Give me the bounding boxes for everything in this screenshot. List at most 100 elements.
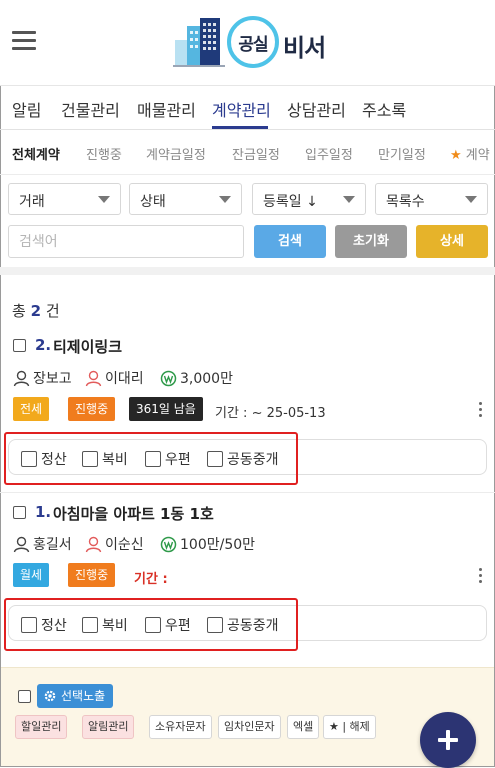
agent-info: 홍길서: [13, 534, 72, 554]
subtab-balance-schedule[interactable]: 잔금일정: [232, 144, 280, 163]
page-size-select[interactable]: 목록수: [375, 183, 488, 215]
sub-tab-bar: 전체계약 진행중 계약금일정 잔금일정 입주일정 만기일정 ★ 계약: [0, 130, 495, 175]
subtab-starred-contracts[interactable]: ★ 계약: [450, 144, 490, 163]
chevron-down-icon: [343, 196, 355, 203]
tab-buildings[interactable]: 건물관리: [61, 97, 120, 121]
checkbox-label: 공동중개: [227, 452, 279, 468]
checkbox-box: [21, 617, 37, 633]
settlement-checkbox[interactable]: 정산: [21, 449, 67, 469]
add-contract-button[interactable]: [420, 712, 476, 768]
checkbox-box: [207, 617, 223, 633]
checkbox-label: 공동중개: [227, 618, 279, 634]
unstar-button[interactable]: ★ | 해제: [323, 715, 376, 739]
subtab-all-contracts[interactable]: 전체계약: [12, 144, 60, 163]
main-tab-bar: 알림 건물관리 매물관리 계약관리 상담관리 주소록: [0, 86, 495, 130]
deal-type-select[interactable]: 거래: [8, 183, 121, 215]
select-expose-button[interactable]: 선택노출: [37, 684, 114, 708]
contract-select-checkbox[interactable]: [13, 339, 26, 352]
sort-select[interactable]: 등록일 ↓: [252, 183, 366, 215]
agent-name: 홍길서: [33, 537, 72, 553]
amount-value: 100만/50만: [180, 537, 256, 553]
commission-checkbox[interactable]: 복비: [82, 449, 128, 469]
reset-button[interactable]: 초기화: [335, 225, 407, 258]
logo-text: 비서: [283, 34, 326, 62]
amount-info: 100만/50만: [160, 534, 255, 554]
won-coin-icon: [160, 536, 177, 552]
total-count: 총 2 건: [12, 300, 60, 321]
owner-sms-button[interactable]: 소유자문자: [149, 715, 212, 739]
buildings-logo-icon: [173, 18, 225, 67]
item-divider: [0, 492, 495, 493]
checkbox-label: 복비: [102, 452, 128, 468]
alert-manage-button[interactable]: 알림관리: [82, 715, 135, 739]
person-icon: [13, 370, 30, 386]
menu-icon[interactable]: [12, 31, 36, 51]
manager-name: 이대리: [105, 371, 144, 387]
mail-checkbox[interactable]: 우편: [145, 449, 191, 469]
checkbox-label: 복비: [102, 618, 128, 634]
gear-icon: [44, 690, 56, 702]
subtab-expiry-schedule[interactable]: 만기일정: [378, 144, 426, 163]
subtab-move-in-schedule[interactable]: 입주일정: [305, 144, 353, 163]
contract-period: 기간 : ~ 25-05-13: [215, 406, 326, 421]
subtab-deposit-schedule[interactable]: 계약금일정: [146, 144, 206, 163]
tab-contracts[interactable]: 계약관리: [212, 97, 271, 121]
tenant-sms-button[interactable]: 임차인문자: [218, 715, 281, 739]
chevron-down-icon: [98, 196, 110, 203]
tab-listings[interactable]: 매물관리: [137, 97, 196, 121]
tab-notifications[interactable]: 알림: [12, 97, 41, 121]
manager-name: 이순신: [105, 537, 144, 553]
contract-select-checkbox[interactable]: [13, 506, 26, 519]
contract-title[interactable]: 아침마을 아파트 1동 1호: [53, 503, 214, 524]
more-options-icon[interactable]: [479, 402, 483, 420]
contract-flags-row: 정산 복비 우편 공동중개: [8, 439, 487, 475]
search-input[interactable]: [8, 225, 244, 258]
contract-title[interactable]: 티제이링크: [53, 336, 122, 357]
more-options-icon[interactable]: [479, 568, 483, 586]
checkbox-box: [82, 451, 98, 467]
app-logo[interactable]: 공실 비서: [173, 14, 333, 72]
person-icon: [85, 536, 102, 552]
tab-consultations[interactable]: 상담관리: [287, 97, 346, 121]
won-coin-icon: [160, 370, 177, 386]
checkbox-label: 우편: [165, 452, 191, 468]
select-all-checkbox[interactable]: [18, 690, 31, 703]
checkbox-label: 정산: [41, 452, 67, 468]
checkbox-box: [21, 451, 37, 467]
excel-button[interactable]: 엑셀: [287, 715, 320, 739]
amount-value: 3,000만: [180, 371, 233, 387]
checkbox-label: 정산: [41, 618, 67, 634]
total-number: 2: [30, 302, 42, 320]
status-badge: 진행중: [68, 563, 116, 587]
chevron-down-icon: [219, 196, 231, 203]
commission-checkbox[interactable]: 복비: [82, 615, 128, 635]
search-button[interactable]: 검색: [254, 225, 326, 258]
total-prefix: 총: [12, 302, 26, 320]
star-icon: ★: [450, 148, 462, 163]
total-suffix: 건: [45, 302, 60, 320]
deal-type-value: 거래: [19, 194, 45, 210]
page-size-value: 목록수: [386, 194, 425, 210]
amount-info: 3,000만: [160, 368, 233, 388]
detail-button[interactable]: 상세: [416, 225, 488, 258]
joint-brokerage-checkbox[interactable]: 공동중개: [207, 449, 279, 469]
deal-type-badge: 월세: [13, 563, 50, 587]
status-badge: 진행중: [68, 397, 116, 421]
tab-address-book[interactable]: 주소록: [362, 97, 406, 121]
section-separator: [0, 267, 495, 275]
manager-info: 이순신: [85, 534, 144, 554]
checkbox-box: [145, 617, 161, 633]
select-expose-label: 선택노출: [61, 689, 106, 703]
sort-value: 등록일 ↓: [263, 194, 318, 210]
joint-brokerage-checkbox[interactable]: 공동중개: [207, 615, 279, 635]
person-icon: [85, 370, 102, 386]
settlement-checkbox[interactable]: 정산: [21, 615, 67, 635]
agent-name: 장보고: [33, 371, 72, 387]
status-select[interactable]: 상태: [129, 183, 242, 215]
checkbox-box: [207, 451, 223, 467]
manager-info: 이대리: [85, 368, 144, 388]
logo-badge-text: 공실: [238, 34, 268, 55]
task-manage-button[interactable]: 할일관리: [15, 715, 68, 739]
mail-checkbox[interactable]: 우편: [145, 615, 191, 635]
subtab-in-progress[interactable]: 진행중: [86, 144, 122, 163]
